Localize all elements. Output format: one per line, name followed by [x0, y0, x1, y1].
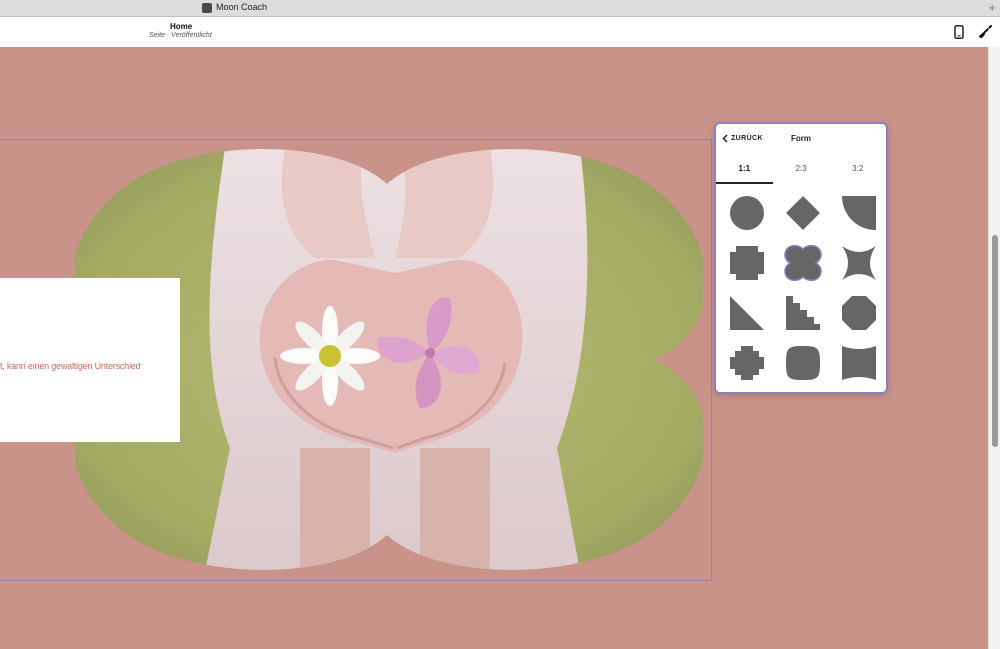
text-block[interactable]: t, kann einen gewaltigen Unterschied	[0, 278, 180, 442]
scrollbar-thumb[interactable]	[992, 235, 998, 447]
stairs-shape-icon	[786, 296, 820, 330]
aspect-ratio-tabs: 1:1 2:3 3:2	[716, 158, 886, 184]
tab-2-3[interactable]: 2:3	[773, 158, 830, 184]
chevron-left-icon	[722, 134, 728, 143]
shape-plus-cross[interactable]	[720, 338, 774, 388]
shape-triangle[interactable]	[720, 288, 774, 338]
quarter-circle-shape-icon	[842, 196, 876, 230]
diamond-shape-icon	[786, 196, 820, 230]
paintbrush-icon	[979, 25, 992, 39]
shape-flower-selected[interactable]	[776, 238, 830, 288]
shape-concave-star[interactable]	[832, 238, 886, 288]
page-title[interactable]: Home	[170, 22, 192, 31]
tab-1-1[interactable]: 1:1	[716, 158, 773, 184]
shape-squircle[interactable]	[776, 338, 830, 388]
tab-3-2[interactable]: 3:2	[829, 158, 886, 184]
bowtie-shape-icon	[842, 346, 876, 380]
site-favicon-icon	[202, 3, 212, 13]
cross-rounded-shape-icon	[730, 246, 764, 280]
browser-tab-bar: Moon Coach +	[0, 0, 1000, 17]
circle-shape-icon	[730, 196, 764, 230]
new-tab-icon[interactable]: +	[988, 0, 996, 16]
shape-quarter-circle[interactable]	[832, 188, 886, 238]
design-button[interactable]	[976, 23, 994, 41]
page-status: Seite · Veröffentlicht	[149, 32, 212, 39]
shape-stairs[interactable]	[776, 288, 830, 338]
shape-circle[interactable]	[720, 188, 774, 238]
flower-shape-icon	[784, 244, 822, 282]
plus-cross-shape-icon	[730, 346, 764, 380]
concave-star-shape-icon	[842, 246, 876, 280]
editor-header: Home Seite · Veröffentlicht	[0, 17, 1000, 48]
browser-tab-title[interactable]: Moon Coach	[216, 2, 267, 12]
mobile-phone-icon	[954, 25, 964, 39]
vertical-scrollbar[interactable]	[988, 47, 1000, 649]
triangle-shape-icon	[730, 296, 764, 330]
shape-grid	[720, 188, 886, 388]
shape-octagon[interactable]	[832, 288, 886, 338]
shape-panel: Form ZURÜCK 1:1 2:3 3:2	[714, 122, 888, 394]
back-button[interactable]: ZURÜCK	[722, 134, 763, 143]
shape-bowtie[interactable]	[832, 338, 886, 388]
octagon-shape-icon	[842, 296, 876, 330]
text-block-content[interactable]: t, kann einen gewaltigen Unterschied	[0, 361, 141, 371]
mobile-preview-button[interactable]	[950, 23, 968, 41]
squircle-shape-icon	[786, 346, 820, 380]
shape-cross-rounded[interactable]	[720, 238, 774, 288]
shape-diamond[interactable]	[776, 188, 830, 238]
back-label: ZURÜCK	[731, 135, 763, 142]
